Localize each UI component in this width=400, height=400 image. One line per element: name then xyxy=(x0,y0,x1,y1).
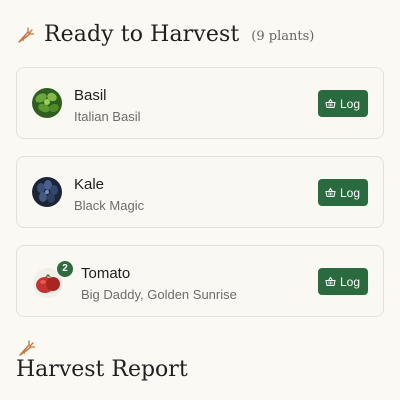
carrot-icon xyxy=(17,339,36,357)
basket-icon xyxy=(325,187,336,198)
plant-name: Tomato xyxy=(81,265,131,282)
harvest-page: Ready to Harvest (9 plants) Basil Italia… xyxy=(0,0,400,400)
log-button-label: Log xyxy=(339,96,360,111)
plant-name: Kale xyxy=(74,176,105,193)
plant-thumbnail xyxy=(32,88,62,118)
plant-variety: Big Daddy, Golden Sunrise xyxy=(81,287,237,302)
plant-card-tomato: 2 Tomato Big Daddy, Golden Sunrise Log xyxy=(16,245,384,317)
log-harvest-button[interactable]: Log xyxy=(317,90,368,117)
basket-icon xyxy=(325,98,336,109)
quantity-badge: 2 xyxy=(56,260,74,278)
carrot-icon xyxy=(16,26,35,44)
plant-variety: Black Magic xyxy=(74,198,145,213)
plant-name: Basil xyxy=(74,87,107,104)
plant-thumbnail xyxy=(32,177,62,207)
plant-card-basil: Basil Italian Basil Log xyxy=(16,67,384,139)
plant-variety: Italian Basil xyxy=(74,109,141,124)
ready-to-harvest-header: Ready to Harvest (9 plants) xyxy=(16,22,314,47)
log-button-label: Log xyxy=(339,185,360,200)
log-harvest-button[interactable]: Log xyxy=(317,179,368,206)
harvest-report-title: Harvest Report xyxy=(16,357,188,382)
plant-thumbnail: 2 xyxy=(33,260,74,298)
basket-icon xyxy=(325,276,336,287)
log-button-label: Log xyxy=(339,274,360,289)
log-harvest-button[interactable]: Log xyxy=(317,268,368,295)
plant-card-kale: Kale Black Magic Log xyxy=(16,156,384,228)
section-title: Ready to Harvest xyxy=(44,22,240,47)
plant-count: (9 plants) xyxy=(251,29,315,44)
